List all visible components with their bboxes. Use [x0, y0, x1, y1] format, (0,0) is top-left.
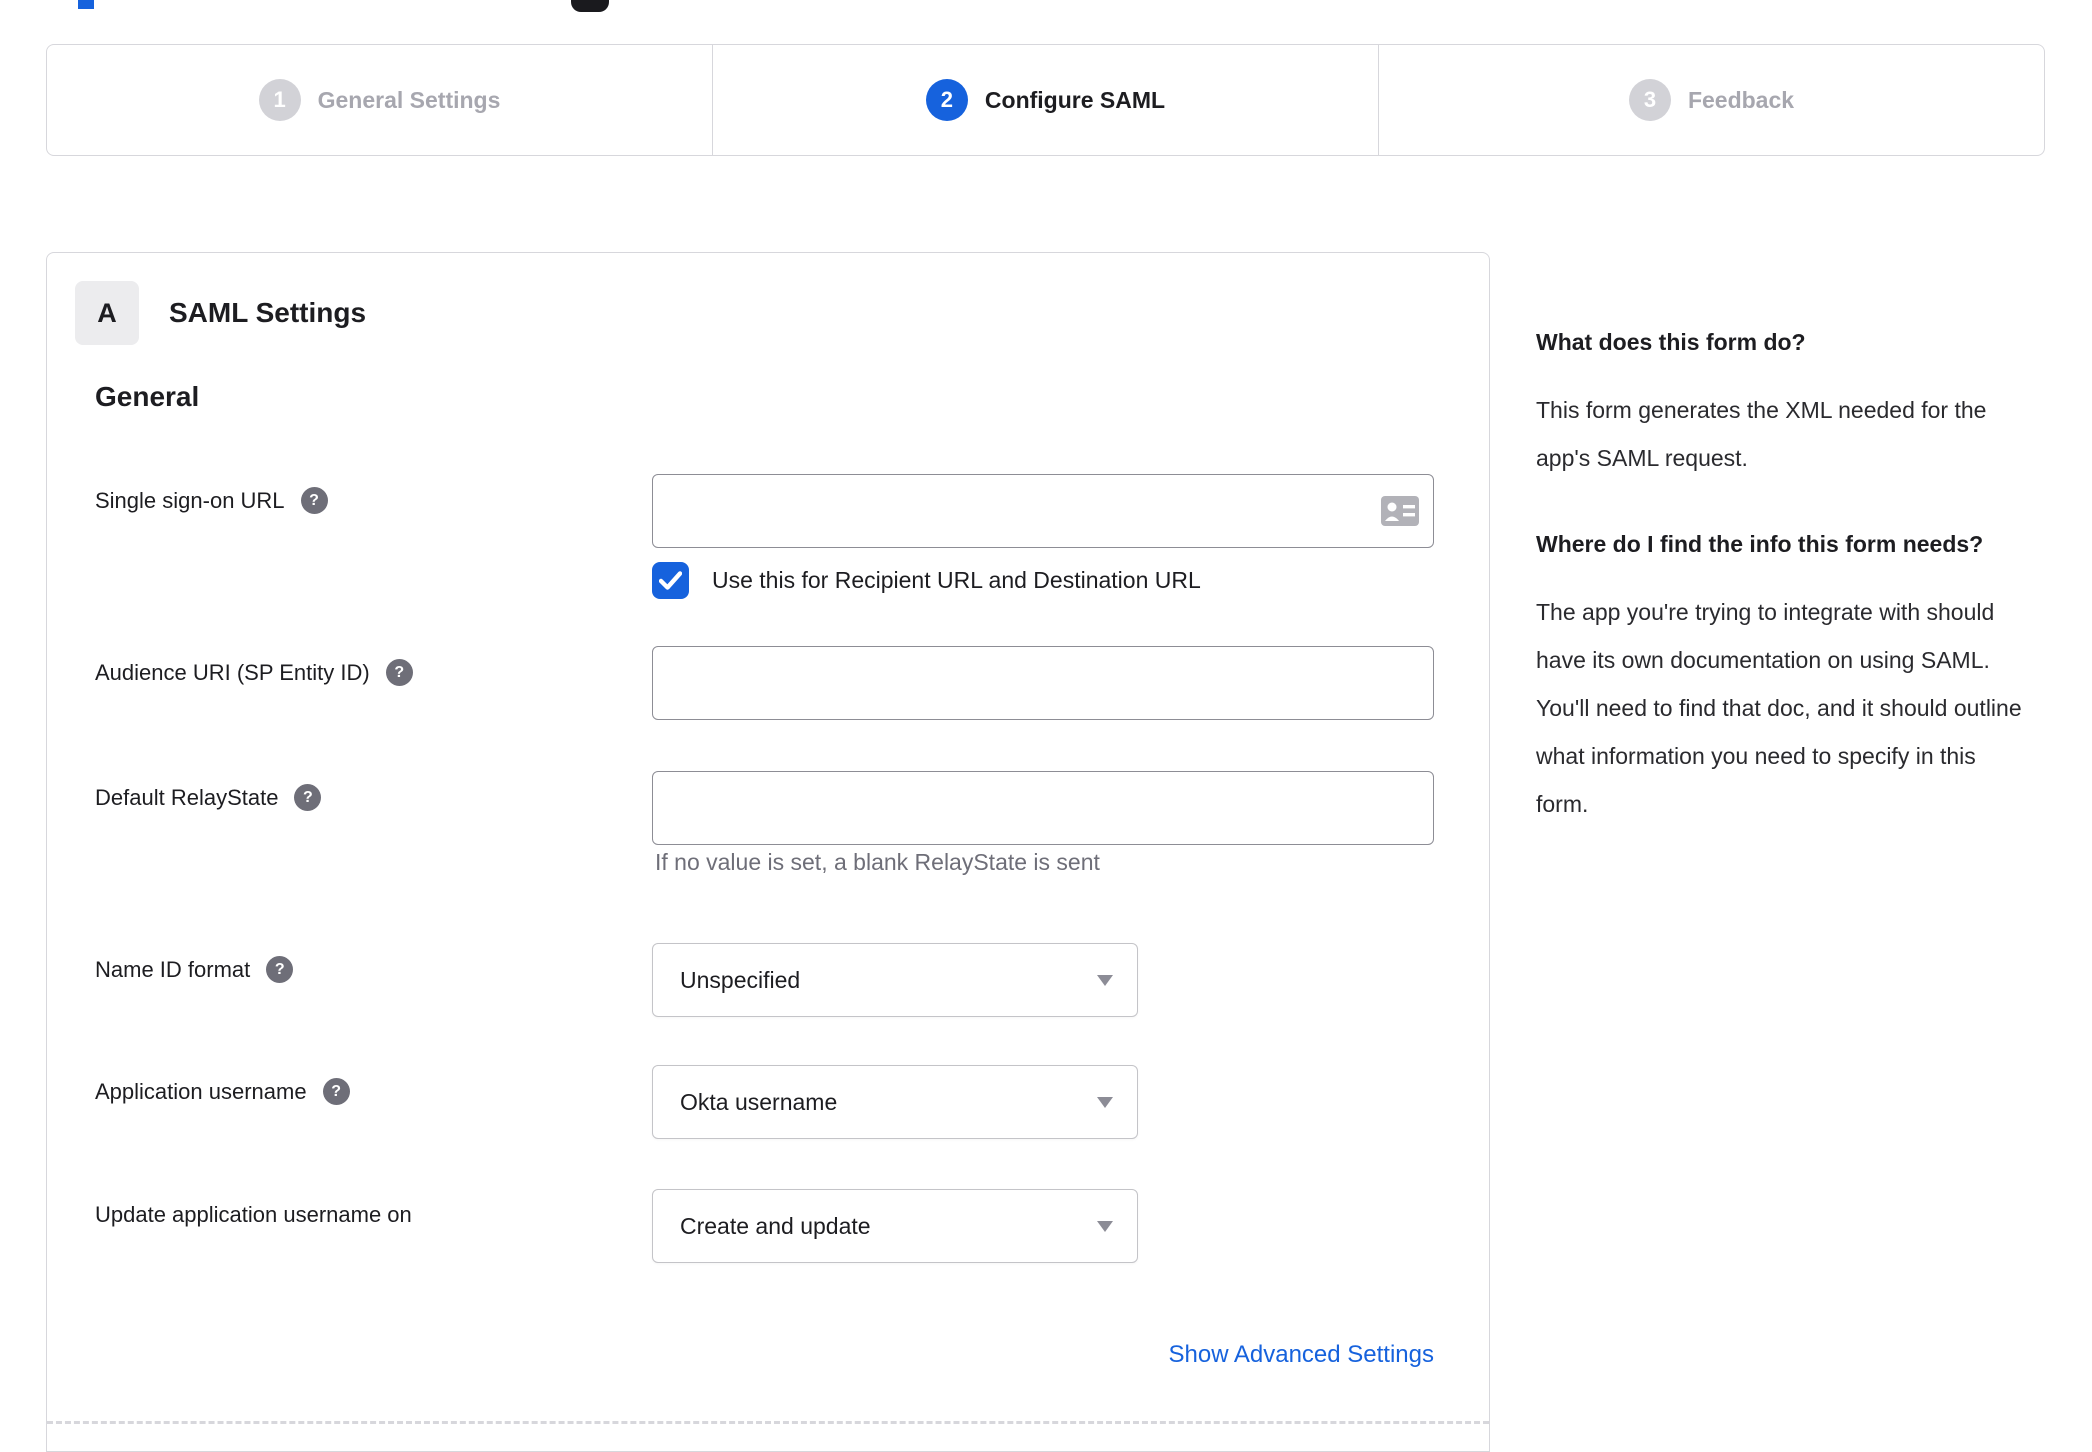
cutoff-blue-fragment — [78, 0, 94, 9]
update-username-label: Update application username on — [95, 1202, 412, 1228]
select-value: Okta username — [680, 1088, 838, 1115]
audience-uri-input[interactable] — [652, 646, 1434, 720]
step-number-badge: 1 — [258, 79, 301, 121]
help-icon[interactable]: ? — [322, 1078, 350, 1105]
sidebar-body: The app you're trying to integrate with … — [1536, 599, 2022, 817]
cutoff-logo-fragment — [571, 0, 609, 12]
relay-state-hint: If no value is set, a blank RelayState i… — [655, 849, 1100, 875]
recipient-url-checkbox-row: Use this for Recipient URL and Destinati… — [652, 562, 1201, 599]
application-username-label: Application username ? — [95, 1078, 350, 1105]
help-icon[interactable]: ? — [300, 487, 328, 514]
sidebar-body: This form generates the XML needed for t… — [1536, 397, 1987, 471]
relay-state-input[interactable] — [652, 771, 1434, 845]
sidebar-heading: Where do I find the info this form needs… — [1536, 531, 1984, 557]
step-label: General Settings — [317, 86, 501, 113]
step-number-badge: 3 — [1628, 79, 1671, 121]
step-feedback[interactable]: 3 Feedback — [1378, 45, 2044, 155]
section-a-badge: A — [75, 281, 139, 345]
label-text: Audience URI (SP Entity ID) — [95, 659, 370, 685]
audience-uri-label: Audience URI (SP Entity ID) ? — [95, 659, 413, 686]
step-general-settings[interactable]: 1 General Settings — [47, 45, 712, 155]
label-text: Single sign-on URL — [95, 487, 285, 513]
recipient-url-checkbox-label[interactable]: Use this for Recipient URL and Destinati… — [712, 567, 1201, 594]
help-icon[interactable]: ? — [294, 784, 322, 811]
step-label: Configure SAML — [984, 86, 1166, 113]
label-text: Name ID format — [95, 956, 251, 982]
sso-url-input[interactable] — [652, 474, 1434, 548]
saml-settings-panel: A SAML Settings General Single sign-on U… — [46, 252, 1490, 1452]
relay-state-label: Default RelayState ? — [95, 784, 322, 811]
label-text: Application username — [95, 1078, 307, 1104]
dropdown-caret-icon — [1097, 1097, 1113, 1108]
name-id-format-label: Name ID format ? — [95, 956, 294, 983]
general-group-title: General — [95, 381, 200, 412]
step-label: Feedback — [1687, 86, 1795, 113]
name-id-format-select[interactable]: Unspecified — [652, 943, 1138, 1017]
select-value: Unspecified — [680, 966, 801, 993]
help-icon[interactable]: ? — [385, 659, 413, 686]
label-text: Default RelayState — [95, 784, 279, 810]
sidebar-section-where: Where do I find the info this form needs… — [1536, 522, 2022, 828]
sso-url-label: Single sign-on URL ? — [95, 487, 328, 514]
label-text: Update application username on — [95, 1202, 412, 1227]
select-value: Create and update — [680, 1212, 871, 1239]
show-advanced-settings-link[interactable]: Show Advanced Settings — [1168, 1341, 1434, 1369]
step-number-badge: 2 — [925, 79, 968, 121]
help-icon[interactable]: ? — [266, 956, 294, 983]
sidebar-heading: What does this form do? — [1536, 329, 1806, 355]
step-configure-saml[interactable]: 2 Configure SAML — [712, 45, 1378, 155]
dropdown-caret-icon — [1097, 1221, 1113, 1232]
application-username-select[interactable]: Okta username — [652, 1065, 1138, 1139]
update-username-select[interactable]: Create and update — [652, 1189, 1138, 1263]
panel-title: SAML Settings — [169, 297, 367, 328]
dropdown-caret-icon — [1097, 975, 1113, 986]
sidebar-section-what: What does this form do? This form genera… — [1536, 320, 2022, 482]
dashed-divider — [47, 1421, 1489, 1424]
checkmark-icon — [659, 571, 682, 590]
panel-header: A SAML Settings — [75, 281, 366, 345]
wizard-stepper: 1 General Settings 2 Configure SAML 3 Fe… — [46, 44, 2045, 156]
recipient-url-checkbox[interactable] — [652, 562, 689, 599]
